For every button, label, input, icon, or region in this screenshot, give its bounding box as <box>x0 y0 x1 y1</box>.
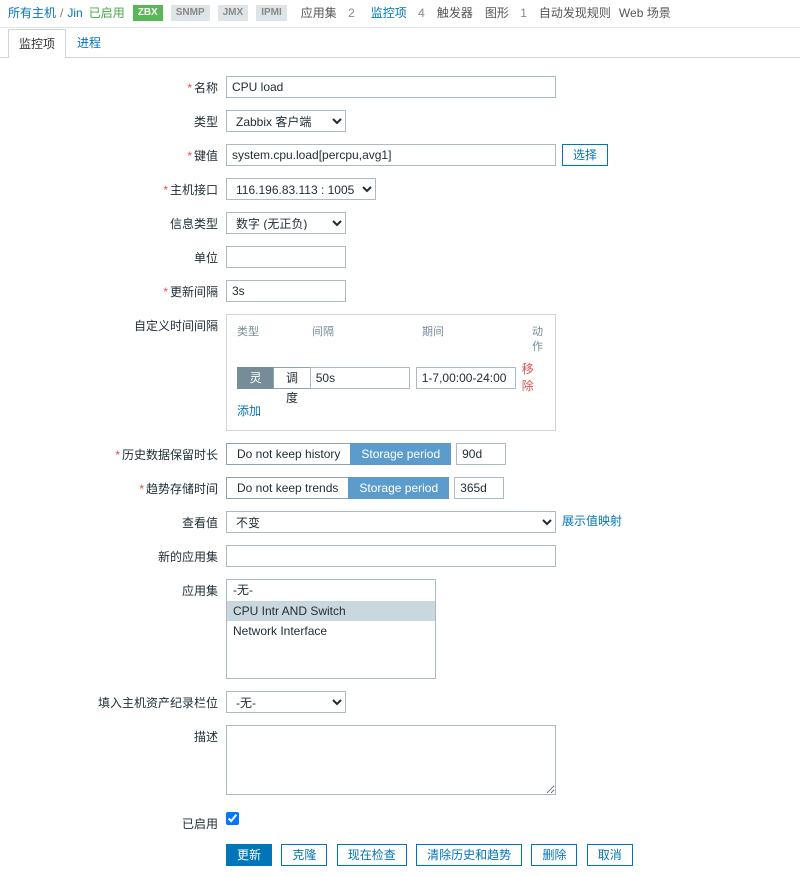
form-actions: 更新 克隆 现在检查 清除历史和趋势 删除 取消 <box>226 844 790 866</box>
ci-header: 类型间隔期间动作 <box>237 325 545 356</box>
lbl-apps: 应用集 <box>10 579 226 600</box>
app-opt-cpu[interactable]: CPU Intr AND Switch <box>227 601 435 622</box>
nav-triggers[interactable]: 触发器 <box>437 5 473 22</box>
lbl-iface: *主机接口 <box>10 178 226 199</box>
lbl-name: *名称 <box>10 76 226 97</box>
item-form: *名称 类型 Zabbix 客户端 *键值 选择 *主机接口 116.196.8… <box>0 58 800 876</box>
ci-add-link[interactable]: 添加 <box>237 404 261 418</box>
lbl-units: 单位 <box>10 246 226 267</box>
lbl-viewval: 查看值 <box>10 511 226 532</box>
key-input[interactable] <box>226 144 556 166</box>
app-opt-net[interactable]: Network Interface <box>227 621 435 642</box>
lbl-trends: *趋势存储时间 <box>10 477 226 498</box>
ci-sched-button[interactable]: 调度 <box>273 367 310 389</box>
lbl-type: 类型 <box>10 110 226 131</box>
breadcrumb: 所有主机 / Jin 已启用 ZBX SNMP JMX IPMI 应用集 2 监… <box>0 0 800 28</box>
showmap-link[interactable]: 展示值映射 <box>562 513 622 530</box>
badge-zbx: ZBX <box>133 5 163 21</box>
lbl-custom-interval: 自定义时间间隔 <box>10 314 226 335</box>
iface-select[interactable]: 116.196.83.113 : 10050 <box>226 178 376 200</box>
ci-remove-link[interactable]: 移除 <box>522 361 545 395</box>
bc-all-hosts[interactable]: 所有主机 <box>8 5 56 22</box>
clear-button[interactable]: 清除历史和趋势 <box>416 844 522 866</box>
nav-apps[interactable]: 应用集 2 <box>297 5 359 22</box>
apps-listbox[interactable]: -无- CPU Intr AND Switch Network Interfac… <box>226 579 436 679</box>
history-input[interactable] <box>456 443 506 465</box>
cancel-button[interactable]: 取消 <box>587 844 633 866</box>
ci-flex-button[interactable]: 灵活 <box>237 367 274 389</box>
nav-discovery[interactable]: 自动发现规则 <box>539 5 611 22</box>
clone-button[interactable]: 克隆 <box>281 844 327 866</box>
ci-row: 灵活 调度 移除 <box>237 361 545 395</box>
bc-host[interactable]: Jin <box>67 5 82 22</box>
lbl-inv: 填入主机资产纪录栏位 <box>10 691 226 712</box>
trends-nokeep-button[interactable]: Do not keep trends <box>226 477 349 499</box>
type-select[interactable]: Zabbix 客户端 <box>226 110 346 132</box>
lbl-key: *键值 <box>10 144 226 165</box>
app-opt-none[interactable]: -无- <box>227 580 435 601</box>
tab-item[interactable]: 监控项 <box>8 29 66 58</box>
lbl-newapp: 新的应用集 <box>10 545 226 566</box>
custom-interval-box: 类型间隔期间动作 灵活 调度 移除 添加 <box>226 314 556 431</box>
nav-graphs[interactable]: 图形 1 <box>481 5 531 22</box>
host-nav: 应用集 2 监控项 4 触发器 图形 1 自动发现规则 Web 场景 <box>297 5 679 22</box>
bc-sep: / <box>60 5 63 22</box>
desc-textarea[interactable] <box>226 725 556 795</box>
enabled-checkbox[interactable] <box>226 812 239 825</box>
newapp-input[interactable] <box>226 545 556 567</box>
nav-items[interactable]: 监控项 4 <box>367 5 429 22</box>
badge-jmx: JMX <box>218 5 249 21</box>
infotype-select[interactable]: 数字 (无正负) <box>226 212 346 234</box>
badge-snmp: SNMP <box>171 5 210 21</box>
ci-interval-input[interactable] <box>310 367 410 389</box>
update-button[interactable]: 更新 <box>226 844 272 866</box>
test-button[interactable]: 现在检查 <box>337 844 407 866</box>
inv-select[interactable]: -无- <box>226 691 346 713</box>
viewval-select[interactable]: 不变 <box>226 511 556 533</box>
lbl-history: *历史数据保留时长 <box>10 443 226 464</box>
lbl-interval: *更新间隔 <box>10 280 226 301</box>
form-tabs: 监控项 进程 <box>0 28 800 58</box>
history-storage-button[interactable]: Storage period <box>350 443 451 465</box>
status-enabled: 已启用 <box>89 5 125 22</box>
units-input[interactable] <box>226 246 346 268</box>
delete-button[interactable]: 删除 <box>531 844 577 866</box>
badge-ipmi: IPMI <box>256 5 287 21</box>
lbl-desc: 描述 <box>10 725 226 746</box>
trends-storage-button[interactable]: Storage period <box>348 477 449 499</box>
history-nokeep-button[interactable]: Do not keep history <box>226 443 351 465</box>
ci-period-input[interactable] <box>416 367 516 389</box>
lbl-infotype: 信息类型 <box>10 212 226 233</box>
lbl-enabled: 已启用 <box>10 812 226 833</box>
interval-input[interactable] <box>226 280 346 302</box>
tab-process[interactable]: 进程 <box>66 28 112 57</box>
key-select-button[interactable]: 选择 <box>562 144 608 166</box>
name-input[interactable] <box>226 76 556 98</box>
trends-input[interactable] <box>454 477 504 499</box>
nav-web[interactable]: Web 场景 <box>619 5 671 22</box>
